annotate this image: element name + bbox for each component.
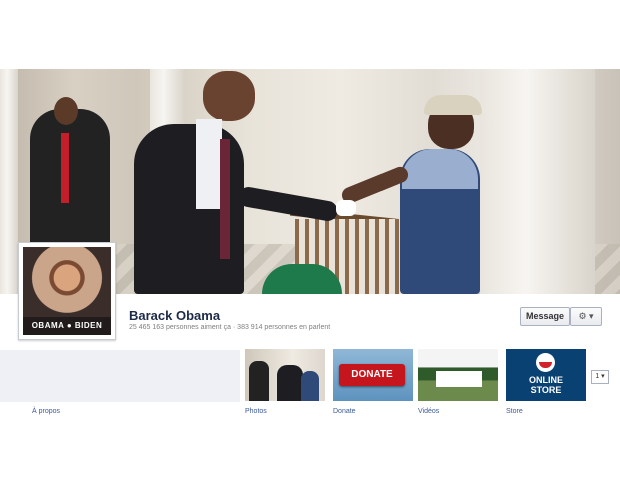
cover-figure-obama-shirt [196,119,222,209]
tab-store[interactable]: Store [506,408,523,415]
about-box[interactable] [0,350,240,402]
thumb-figure [301,371,319,401]
donate-button[interactable]: DONATE [339,364,405,386]
cover-figure-obama-head [203,71,255,121]
cover-figure-obama-arm [237,185,339,223]
cover-column [480,69,595,294]
more-apps-dropdown[interactable]: 1 ▾ [591,370,609,384]
tab-about[interactable]: À propos [32,408,60,415]
tab-photos[interactable]: Photos [245,408,267,415]
videos-thumb[interactable] [418,349,498,401]
facebook-page: OBAMA ● BIDEN Barack Obama 25 465 163 pe… [0,69,620,421]
photos-thumb[interactable] [245,349,325,401]
cover-figure-obama-tie [220,139,230,259]
thumb-figure [277,365,303,401]
profile-picture[interactable]: OBAMA ● BIDEN [18,242,116,340]
page-name[interactable]: Barack Obama [129,308,220,323]
cover-figure-cap [424,95,482,115]
message-button[interactable]: Message [520,307,570,326]
page-stats: 25 465 163 personnes aiment ça · 383 914… [129,324,331,331]
store-text: ONLINE STORE [506,375,586,395]
donate-thumb[interactable]: DONATE [333,349,413,401]
tab-videos[interactable]: Vidéos [418,408,439,415]
cover-figure-man [30,109,110,259]
cover-figure-glove [336,200,356,216]
obama-logo-icon [536,353,555,372]
cover-figure-tie [61,133,69,203]
thumb-figure [249,361,269,401]
cover-figure-head [54,97,78,125]
profile-banner: OBAMA ● BIDEN [23,317,111,335]
store-text-line1: ONLINE [528,375,563,385]
thumb-white-house [436,371,482,387]
settings-dropdown-button[interactable]: ⚙ ▾ [570,307,602,326]
cover-figure-custodian-shirt [402,149,478,189]
store-text-line2: STORE [530,385,562,395]
cover-column [0,69,18,294]
tab-donate[interactable]: Donate [333,408,356,415]
store-thumb[interactable]: ONLINE STORE [506,349,586,401]
